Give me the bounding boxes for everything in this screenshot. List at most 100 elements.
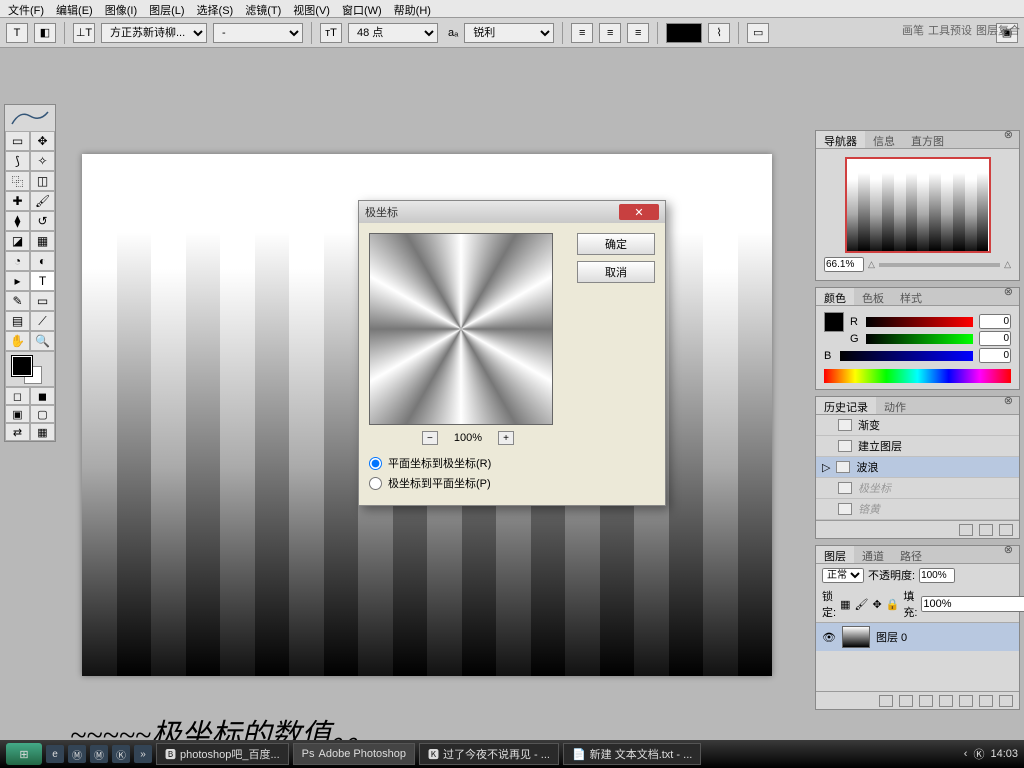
history-brush-icon[interactable]: ↺ [30,211,55,231]
quicklaunch-icon[interactable]: » [134,745,152,763]
tab-navigator[interactable]: 导航器 [816,131,865,148]
g-slider[interactable] [866,334,973,344]
menu-edit[interactable]: 编辑(E) [56,2,93,15]
color-picker[interactable] [5,351,55,387]
presets-icon[interactable]: ◧ [34,23,56,43]
tab-layers[interactable]: 图层 [816,546,854,563]
quicklaunch-icon[interactable]: Ⓚ [112,745,130,763]
radio-polar-to-rect[interactable]: 极坐标到平面坐标(P) [369,475,567,491]
eraser-tool-icon[interactable]: ◪ [5,231,30,251]
mask-icon[interactable] [919,695,933,707]
r-input[interactable] [979,314,1011,329]
menu-image[interactable]: 图像(I) [105,2,137,15]
quicklaunch-icon[interactable]: Ⓜ [90,745,108,763]
dodge-tool-icon[interactable]: ◐ [30,251,55,271]
tab-histogram[interactable]: 直方图 [903,131,952,148]
tab-actions[interactable]: 动作 [876,397,914,414]
wand-tool-icon[interactable]: ✧ [30,151,55,171]
b-slider[interactable] [840,351,973,361]
tray-icon[interactable]: ‹ [964,748,968,760]
menu-select[interactable]: 选择(S) [197,2,234,15]
type-tool-icon[interactable]: T [30,271,55,291]
folder-icon[interactable] [959,695,973,707]
eyedropper-icon[interactable]: ⟋ [30,311,55,331]
clock[interactable]: 14:03 [990,748,1018,760]
gradient-tool-icon[interactable]: ▦ [30,231,55,251]
opacity-input[interactable] [919,568,955,583]
tab-paths[interactable]: 路径 [892,546,930,563]
notes-tool-icon[interactable]: ▤ [5,311,30,331]
start-button[interactable]: ⊞ [6,743,42,765]
lasso-tool-icon[interactable]: ⟆ [5,151,30,171]
history-item[interactable]: 渐变 [816,415,1019,436]
lock-move-icon[interactable]: ✥ [872,598,881,611]
tab-history[interactable]: 历史记录 [816,397,876,414]
zoom-tool-icon[interactable]: 🔍 [30,331,55,351]
history-item[interactable]: ▷波浪 [816,457,1019,478]
trash-icon[interactable] [999,524,1013,536]
panel-close-icon[interactable]: ⊗ [1004,285,1013,298]
zoom-out-button[interactable]: − [422,431,438,445]
spectrum-ramp[interactable] [824,369,1011,383]
history-item[interactable]: 极坐标 [816,478,1019,499]
imageready-icon[interactable]: ⇄ [5,423,30,441]
lock-paint-icon[interactable]: 🖌 [854,598,868,611]
nav-zoom-slider[interactable] [879,263,1000,267]
lock-all-icon[interactable]: 🔒 [886,598,900,611]
text-tool-icon[interactable]: T [6,23,28,43]
quickmask-icon[interactable]: ◼ [30,387,55,405]
color-swatch[interactable] [824,312,844,332]
taskbar-task[interactable]: 🅺过了今夜不说再见 - ... [419,743,559,765]
font-family-select[interactable]: 方正苏新诗柳... [101,23,207,43]
layer-row[interactable]: 👁 图层 0 [816,623,1019,651]
palettes-icon[interactable]: ▭ [747,23,769,43]
history-item[interactable]: 铬黄 [816,499,1019,520]
menu-help[interactable]: 帮助(H) [394,2,431,15]
panel-close-icon[interactable]: ⊗ [1004,128,1013,141]
taskbar-task[interactable]: PsAdobe Photoshop [293,743,415,765]
blur-tool-icon[interactable]: ◔ [5,251,30,271]
zoom-in-button[interactable]: + [498,431,514,445]
menu-layer[interactable]: 图层(L) [149,2,184,15]
radio-rect-to-polar[interactable]: 平面坐标到极坐标(R) [369,455,567,471]
move-tool-icon[interactable]: ✥ [30,131,55,151]
layercomps-tab[interactable]: 图层复合 [976,22,1020,38]
fill-input[interactable] [921,596,1024,612]
adjust-icon[interactable] [939,695,953,707]
tab-color[interactable]: 颜色 [816,288,854,305]
align-center-icon[interactable]: ≡ [599,23,621,43]
visibility-icon[interactable]: 👁 [822,631,836,644]
tab-styles[interactable]: 样式 [892,288,930,305]
stamp-tool-icon[interactable]: ⧫ [5,211,30,231]
tab-channels[interactable]: 通道 [854,546,892,563]
quicklaunch-icon[interactable]: e [46,745,64,763]
menu-window[interactable]: 窗口(W) [342,2,382,15]
panel-close-icon[interactable]: ⊗ [1004,394,1013,407]
tab-swatches[interactable]: 色板 [854,288,892,305]
g-input[interactable] [979,331,1011,346]
antialias-select[interactable]: 锐利 [464,23,554,43]
font-style-select[interactable]: - [213,23,303,43]
nav-zoom-input[interactable] [824,257,864,272]
trash-icon[interactable] [999,695,1013,707]
taskbar-task[interactable]: 🅱photoshop吧_百度... [156,743,289,765]
menu-view[interactable]: 视图(V) [293,2,330,15]
close-icon[interactable]: ✕ [619,204,659,220]
menu-filter[interactable]: 滤镜(T) [245,2,281,15]
new-doc-icon[interactable] [979,524,993,536]
standard-mode-icon[interactable]: ◻ [5,387,30,405]
blend-mode-select[interactable]: 正常 [822,568,864,583]
crop-tool-icon[interactable]: ⿻ [5,171,30,191]
quicklaunch-icon[interactable]: Ⓜ [68,745,86,763]
screen-mode-2-icon[interactable]: ▢ [30,405,55,423]
pen-tool-icon[interactable]: ✎ [5,291,30,311]
text-orientation-icon[interactable]: ⊥T [73,23,95,43]
new-layer-icon[interactable] [979,695,993,707]
brush-tool-icon[interactable]: 🖌 [30,191,55,211]
foreground-color-swatch[interactable] [12,356,32,376]
shape-tool-icon[interactable]: ▭ [30,291,55,311]
taskbar-task[interactable]: 📄新建 文本文档.txt - ... [563,743,701,765]
panel-close-icon[interactable]: ⊗ [1004,543,1013,556]
warp-text-icon[interactable]: ⌇ [708,23,730,43]
path-select-icon[interactable]: ▸ [5,271,30,291]
